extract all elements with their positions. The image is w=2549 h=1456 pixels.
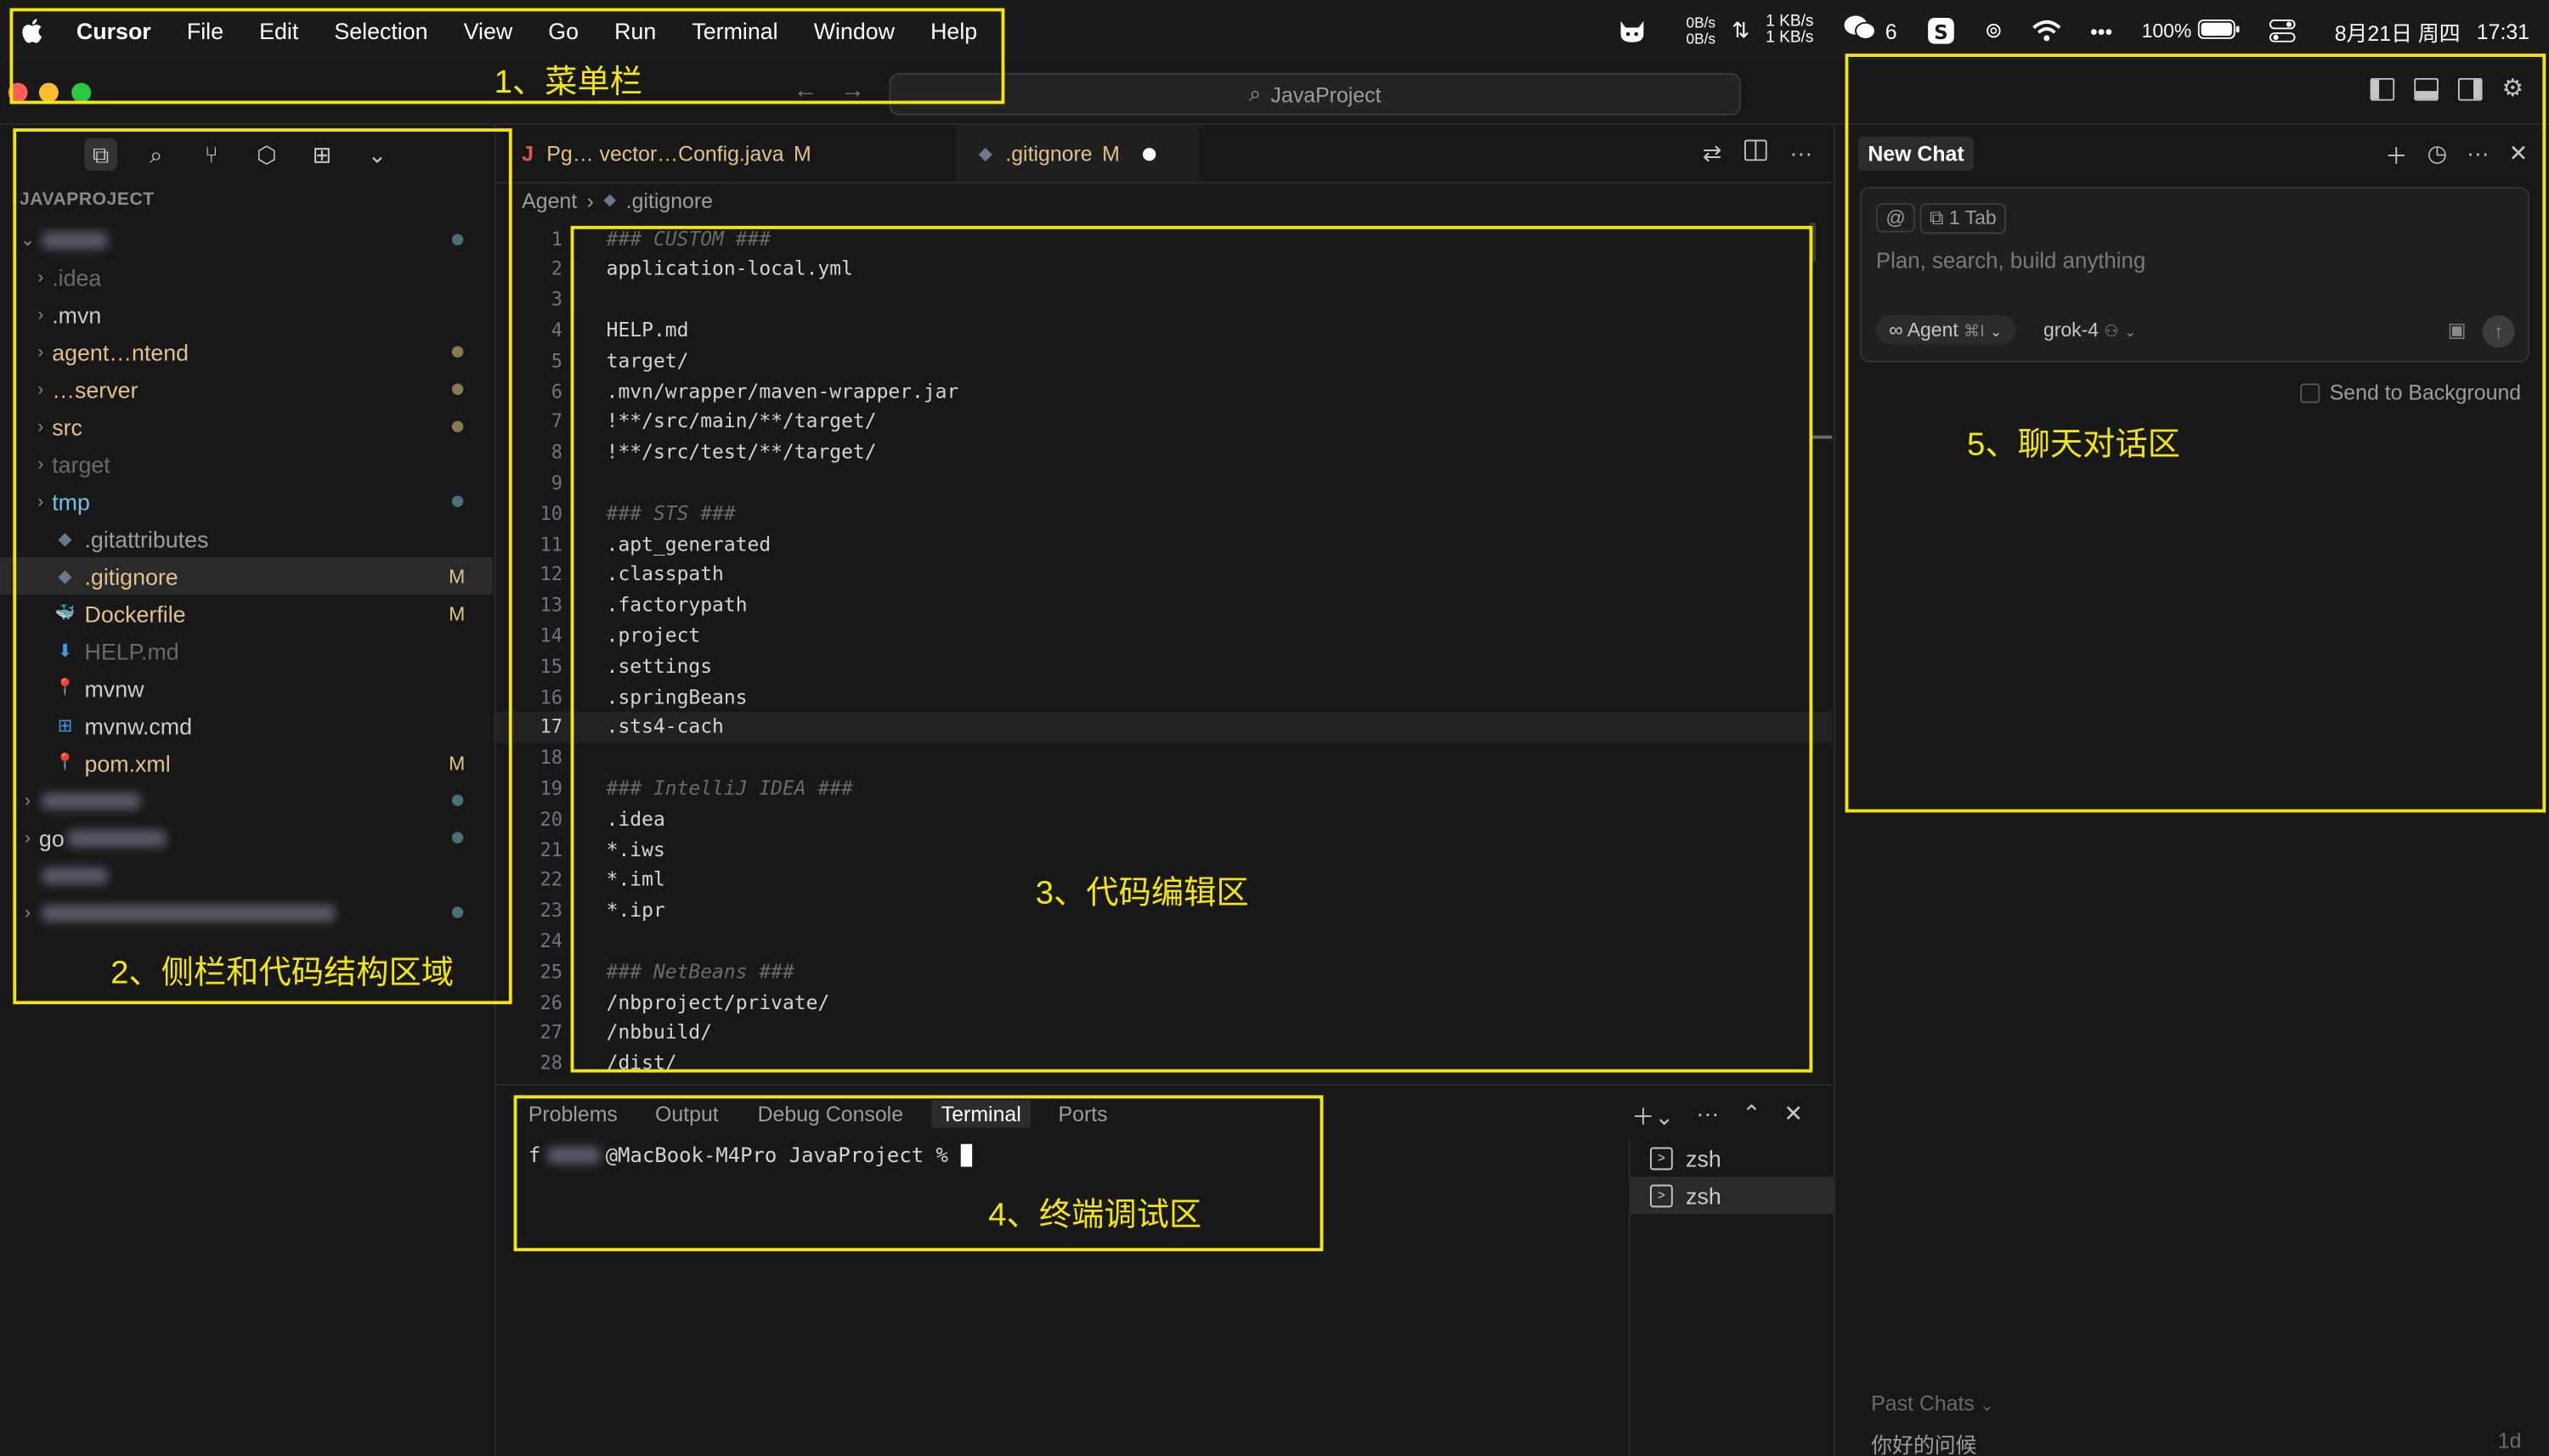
- svg-text:S: S: [1934, 22, 1948, 44]
- tab-gitignore[interactable]: ◆ .gitignore M: [956, 125, 1199, 183]
- updown-arrow-icon: ⇅: [1732, 18, 1750, 42]
- tab-config-java-label: Pg… vector…Config.java: [546, 141, 784, 166]
- past-chats-header[interactable]: Past Chats ⌄: [1871, 1391, 1994, 1415]
- unsaved-dot-icon[interactable]: [1142, 147, 1156, 161]
- terminal-item-label: zsh: [1686, 1144, 1721, 1171]
- tab-actions: ⇄ ···: [1703, 139, 1813, 168]
- terminal-item[interactable]: > zsh: [1631, 1139, 1834, 1177]
- tab-modified-badge: M: [794, 141, 811, 166]
- terminal-list: > zsh > zsh: [1629, 1138, 1834, 1456]
- net-up-rate: 0B/s: [1686, 14, 1716, 31]
- java-file-icon: J: [522, 141, 534, 166]
- maximize-panel-icon[interactable]: ⌃: [1742, 1100, 1761, 1132]
- search-label: JavaProject: [1270, 82, 1382, 107]
- annotation-box-chat: [1845, 54, 2546, 813]
- search-icon: ⌕: [1249, 81, 1262, 106]
- chevron-down-icon: ⌄: [1980, 1397, 1994, 1416]
- chevron-right-icon: ›: [586, 188, 594, 213]
- breadcrumb-root[interactable]: Agent: [522, 189, 577, 213]
- battery-status[interactable]: 100%: [2141, 18, 2241, 43]
- annotation-label-sidebar: 2、侧栏和代码结构区域: [110, 955, 455, 991]
- status-area: 0B/s 0B/s ⇅ 1 KB/s 1 KB/s 6 S ⊚ ••• 100%…: [1589, 0, 2529, 62]
- open-changes-icon[interactable]: ⇄: [1703, 140, 1721, 168]
- breadcrumb-file[interactable]: .gitignore: [626, 189, 713, 213]
- close-panel-icon[interactable]: ✕: [1783, 1100, 1802, 1132]
- control-center-icon[interactable]: [2269, 19, 2296, 42]
- wechat-icon: [1843, 14, 1876, 48]
- tab-config-java[interactable]: J Pg… vector…Config.java M: [522, 125, 811, 182]
- line-number: 28: [540, 1051, 562, 1075]
- panel-actions: ＋⌄ ··· ⌃ ✕: [1632, 1100, 1803, 1132]
- network-speed: 0B/s 0B/s ⇅ 1 KB/s 1 KB/s: [1687, 14, 1814, 47]
- new-terminal-plus-icon[interactable]: ＋⌄: [1632, 1100, 1674, 1132]
- clock-time[interactable]: 17:31: [2477, 19, 2529, 43]
- clock-date[interactable]: 8月21日 周四: [2335, 15, 2461, 46]
- terminal-item[interactable]: > zsh: [1631, 1176, 1834, 1214]
- wechat-count: 6: [1885, 18, 1897, 43]
- wechat-status[interactable]: 6: [1843, 14, 1897, 48]
- terminal-item-label: zsh: [1686, 1182, 1721, 1209]
- command-center-search[interactable]: ⌕ JavaProject: [889, 73, 1742, 116]
- past-chat-age: 1d: [2497, 1428, 2522, 1453]
- past-chats-label: Past Chats: [1871, 1391, 1975, 1416]
- net-down-rate: 0B/s: [1686, 31, 1716, 48]
- split-editor-icon[interactable]: [1744, 139, 1767, 168]
- terminal-icon: >: [1649, 1146, 1673, 1170]
- terminal-icon: >: [1649, 1183, 1673, 1207]
- more-dots-icon[interactable]: •••: [2090, 19, 2112, 43]
- line-number: 27: [540, 1020, 562, 1044]
- net-down-rate-2: 1 KB/s: [1766, 29, 1814, 48]
- annotation-box-terminal: [513, 1095, 1324, 1251]
- more-actions-icon[interactable]: ···: [1790, 140, 1813, 168]
- breadcrumb: Agent › ◆ .gitignore: [522, 189, 713, 213]
- annotation-label-chat: 5、聊天对话区: [1967, 427, 2180, 464]
- wifi-icon[interactable]: [2032, 20, 2060, 42]
- annotation-label-menubar: 1、菜单栏: [494, 65, 642, 101]
- battery-percent: 100%: [2141, 19, 2192, 42]
- sogou-icon[interactable]: S: [1926, 16, 1955, 45]
- more-actions-icon[interactable]: ···: [1697, 1100, 1720, 1132]
- cat-icon[interactable]: [1618, 18, 1647, 44]
- git-file-icon: ◆: [978, 144, 992, 165]
- git-file-icon: ◆: [603, 191, 617, 210]
- screen: Cursor File Edit Selection View Go Run T…: [0, 0, 2549, 1456]
- annotation-label-editor: 3、代码编辑区: [1035, 876, 1249, 912]
- tab-gitignore-label: .gitignore: [1005, 141, 1093, 166]
- past-chat-item[interactable]: 你好的问候: [1871, 1428, 1976, 1456]
- tab-modified-badge: M: [1102, 141, 1120, 166]
- editor-tabs: J Pg… vector…Config.java M ◆ .gitignore …: [495, 125, 1833, 184]
- annotation-label-terminal: 4、终端调试区: [988, 1197, 1202, 1233]
- annotation-box-editor: [570, 225, 1813, 1073]
- minimap-marker: [1809, 435, 1833, 439]
- battery-icon: [2198, 18, 2241, 43]
- link-icon[interactable]: ⊚: [1985, 18, 2003, 44]
- annotation-box-sidebar: [13, 128, 512, 1005]
